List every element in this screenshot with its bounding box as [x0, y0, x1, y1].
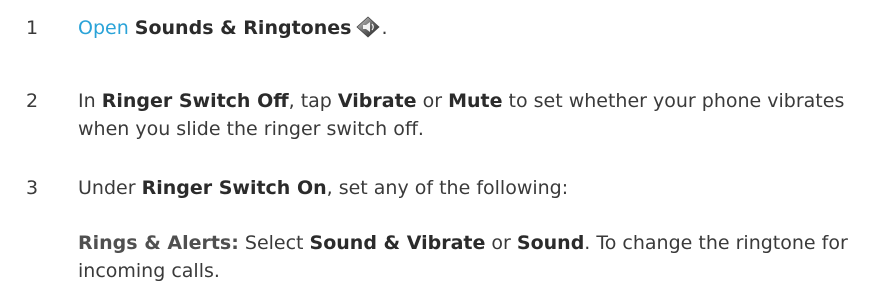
app-name: Sounds & Ringtones [134, 17, 352, 39]
step-number: 3 [26, 177, 39, 199]
rings-alerts-item: Rings & Alerts: Select Sound & Vibrate o… [78, 232, 848, 282]
speaker-icon [355, 16, 381, 38]
ringer-switch-off-label: Ringer Switch Off [101, 90, 289, 112]
step-text: Open Sounds & Ringtones . [78, 16, 388, 39]
step-number: 2 [26, 90, 39, 112]
ringer-switch-on-label: Ringer Switch On [141, 177, 327, 199]
rings-alerts-label: Rings & Alerts: [78, 232, 239, 254]
step-number: 1 [26, 17, 39, 39]
step-text: Under Ringer Switch On, set any of the f… [78, 177, 569, 199]
open-link[interactable]: Open [78, 17, 129, 39]
sound-option: Sound [516, 232, 585, 254]
sound-vibrate-option: Sound & Vibrate [309, 232, 486, 254]
vibrate-option: Vibrate [337, 90, 417, 112]
mute-option: Mute [448, 90, 503, 112]
step-text: In Ringer Switch Off, tap Vibrate or Mut… [78, 90, 845, 140]
